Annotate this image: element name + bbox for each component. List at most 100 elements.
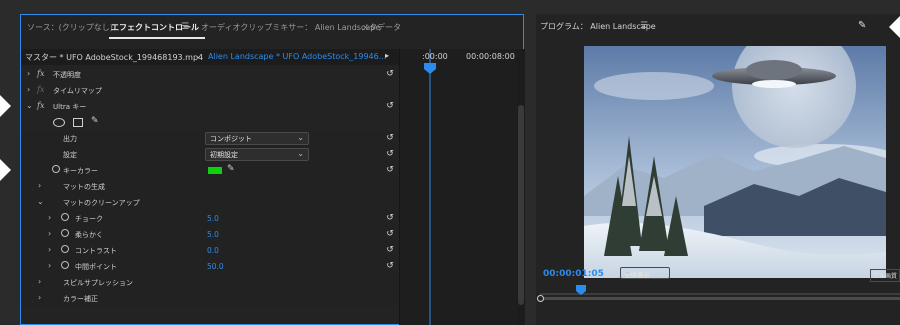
effect-controls-panel: ソース：(クリップなし) エフェクトコントロール ☰ オーディオクリップミキサー… <box>20 14 525 325</box>
ellipse-mask-icon[interactable] <box>53 118 65 127</box>
chevron-down-icon: ⌄ <box>624 267 631 276</box>
stopwatch-icon[interactable] <box>61 261 69 269</box>
contrast-value[interactable]: 0.0 <box>207 246 219 255</box>
setting-select[interactable]: 初期設定 ⌄ <box>205 148 309 161</box>
callout-arrow-icon <box>889 16 900 38</box>
pen-mask-icon[interactable]: ✎ <box>91 116 99 126</box>
choke-value[interactable]: 5.0 <box>207 214 219 223</box>
chevron-right-icon[interactable]: › <box>48 213 51 222</box>
chevron-right-icon[interactable]: › <box>27 85 30 94</box>
property-setting: 設定 初期設定 ⌄ ↺ <box>21 147 399 163</box>
tab-source[interactable]: ソース：(クリップなし) <box>27 22 113 33</box>
group-spill-suppression[interactable]: › スピルサプレッション <box>21 275 399 291</box>
chevron-down-icon: ⌄ <box>297 133 304 142</box>
playhead-timecode[interactable]: 00:00:01:05 <box>543 269 604 279</box>
effect-row-time-remap[interactable]: › fx タイムリマップ <box>21 83 399 99</box>
reset-icon[interactable]: ↺ <box>385 165 395 175</box>
reset-icon[interactable]: ↺ <box>385 261 395 271</box>
timecode-end: 00:00:08:00 <box>466 52 515 61</box>
matte-generation-label: マットの生成 <box>63 183 105 191</box>
program-monitor-title[interactable]: プログラム： Alien Landscape <box>540 21 656 32</box>
effect-properties: › fx 不透明度 ↺ › fx タイムリマップ ⌄ fx Ultra キー ↺ <box>21 65 399 325</box>
stopwatch-icon[interactable] <box>52 165 60 173</box>
tab-metadata[interactable]: メタデータ <box>361 22 401 33</box>
chevron-right-icon[interactable]: › <box>38 181 41 190</box>
stopwatch-icon[interactable] <box>61 213 69 221</box>
tab-audio-clip-mixer[interactable]: オーディオクリップミキサー： Alien Landscape <box>201 22 380 33</box>
property-output: 出力 コンポジット ⌄ ↺ <box>21 131 399 147</box>
panel-tabs: ソース：(クリップなし) エフェクトコントロール ☰ オーディオクリップミキサー… <box>21 15 523 41</box>
stopwatch-icon[interactable] <box>61 229 69 237</box>
property-key-color: キーカラー ✎ ↺ <box>21 163 399 179</box>
playback-resolution-select[interactable]: フル画質 <box>870 269 900 282</box>
chevron-down-icon[interactable]: ⌄ <box>26 101 33 110</box>
chevron-right-icon[interactable]: › <box>27 69 30 78</box>
scrollbar-thumb[interactable] <box>518 105 524 305</box>
mini-timeline[interactable]: :00:00 00:00:08:00 <box>399 49 517 325</box>
chevron-down-icon[interactable]: ⌄ <box>37 197 44 206</box>
effect-row-opacity[interactable]: › fx 不透明度 ↺ <box>21 67 399 83</box>
fx-icon[interactable]: fx <box>37 101 44 110</box>
reset-icon[interactable]: ↺ <box>385 69 395 79</box>
zoom-scrollbar[interactable] <box>540 297 900 300</box>
key-color-label: キーカラー <box>63 167 98 175</box>
play-only-icon[interactable]: ▸ <box>385 51 389 60</box>
program-monitor-panel: プログラム： Alien Landscape ☰ ✎ 00:00:01:05 全… <box>536 14 900 325</box>
effect-row-ultra-key[interactable]: ⌄ fx Ultra キー ↺ <box>21 99 399 115</box>
panel-menu-icon[interactable]: ☰ <box>640 21 648 31</box>
fx-icon: fx <box>37 85 45 94</box>
program-video-frame[interactable] <box>584 46 886 278</box>
output-label: 出力 <box>63 135 77 143</box>
reset-icon[interactable]: ↺ <box>385 149 395 159</box>
soften-value[interactable]: 5.0 <box>207 230 219 239</box>
reset-icon[interactable]: ↺ <box>385 213 395 223</box>
key-color-swatch[interactable] <box>208 167 222 174</box>
group-matte-cleanup[interactable]: ⌄ マットのクリーンアップ <box>21 195 399 211</box>
midpoint-value[interactable]: 50.0 <box>207 262 224 271</box>
eyedropper-icon[interactable]: ✎ <box>227 164 235 174</box>
property-choke: › チョーク 5.0 ↺ <box>21 211 399 227</box>
chevron-right-icon[interactable]: › <box>38 293 41 302</box>
contrast-label: コントラスト <box>75 247 117 255</box>
output-value: コンポジット <box>210 135 252 143</box>
wrench-icon[interactable]: ✎ <box>858 20 866 31</box>
master-clip-label[interactable]: マスター * UFO AdobeStock_199468193.mp4 <box>25 52 203 63</box>
output-select[interactable]: コンポジット ⌄ <box>205 132 309 145</box>
soften-label: 柔らかく <box>75 231 103 239</box>
spill-suppression-label: スピルサプレッション <box>63 279 133 287</box>
reset-icon[interactable]: ↺ <box>385 229 395 239</box>
chevron-down-icon: ⌄ <box>297 149 304 158</box>
chevron-down-icon[interactable]: ⌄ <box>195 51 202 60</box>
landscape-ufo-image <box>584 46 886 278</box>
property-midpoint: › 中間ポイント 50.0 ↺ <box>21 259 399 275</box>
fx-icon[interactable]: fx <box>37 69 44 78</box>
chevron-right-icon[interactable]: › <box>48 261 51 270</box>
zoom-fit-select[interactable]: 全体表示 ⌄ <box>620 267 670 279</box>
callout-arrow-icon <box>0 159 11 181</box>
scroll-handle[interactable] <box>537 295 544 302</box>
chevron-right-icon[interactable]: › <box>48 245 51 254</box>
rectangle-mask-icon[interactable] <box>73 118 83 127</box>
active-tab-indicator <box>109 37 205 39</box>
property-contrast: › コントラスト 0.0 ↺ <box>21 243 399 259</box>
reset-icon[interactable]: ↺ <box>385 133 395 143</box>
callout-arrow-icon <box>0 95 11 117</box>
time-remap-label: タイムリマップ <box>53 87 102 95</box>
reset-icon[interactable]: ↺ <box>385 245 395 255</box>
color-correction-label: カラー補正 <box>63 295 98 303</box>
chevron-right-icon[interactable]: › <box>48 229 51 238</box>
stopwatch-icon[interactable] <box>61 245 69 253</box>
sequence-clip-label[interactable]: Alien Landscape * UFO AdobeStock_19946..… <box>208 52 386 61</box>
setting-label: 設定 <box>63 151 77 159</box>
reset-icon[interactable]: ↺ <box>385 101 395 111</box>
opacity-label: 不透明度 <box>53 71 81 79</box>
program-time-ruler[interactable] <box>540 285 900 295</box>
group-matte-generation[interactable]: › マットの生成 <box>21 179 399 195</box>
mask-tools-row: ✎ <box>21 115 399 131</box>
property-soften: › 柔らかく 5.0 ↺ <box>21 227 399 243</box>
chevron-right-icon[interactable]: › <box>38 277 41 286</box>
choke-label: チョーク <box>75 215 103 223</box>
group-color-correction[interactable]: › カラー補正 <box>21 291 399 307</box>
panel-menu-icon[interactable]: ☰ <box>181 22 189 32</box>
setting-value: 初期設定 <box>210 151 238 159</box>
